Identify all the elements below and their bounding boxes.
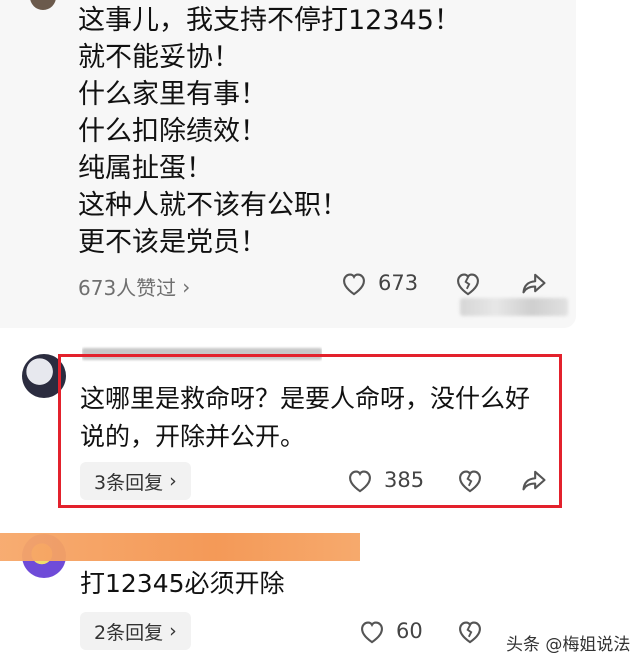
share-icon	[522, 470, 546, 491]
post-line: 更不该是党员！	[78, 227, 267, 258]
replies-button[interactable]: 3条回复 ›	[80, 462, 191, 500]
heart-icon	[343, 273, 365, 296]
heart-icon	[349, 470, 371, 493]
post-line: 这事儿，我支持不停打12345！	[78, 5, 461, 36]
like-button[interactable]: 385	[346, 467, 424, 493]
broken-heart-icon	[457, 273, 479, 296]
share-icon	[522, 273, 546, 294]
broken-heart-icon	[459, 621, 481, 644]
comment-text: 打12345必须开除	[80, 569, 285, 598]
replies-button[interactable]: 2条回复 ›	[80, 612, 191, 650]
avatar[interactable]	[30, 0, 56, 10]
post-line: 什么扣除绩效！	[78, 116, 267, 147]
liked-by-label: 673人赞过	[78, 276, 177, 300]
comment-text: 这哪里是救命呀？是要人命呀，没什么好说的，开除并公开。	[80, 384, 531, 451]
chevron-right-icon: ›	[169, 620, 177, 642]
like-count: 60	[396, 619, 423, 643]
like-button[interactable]: 60	[358, 618, 423, 644]
post-card: 这事儿，我支持不停打12345！ 就不能妥协！ 什么家里有事！ 什么扣除绩效！ …	[0, 0, 576, 328]
replies-label: 2条回复	[94, 621, 164, 644]
chevron-right-icon: ›	[169, 470, 177, 492]
like-button[interactable]: 673	[340, 270, 418, 296]
redacted-strip	[460, 298, 568, 316]
share-button[interactable]	[520, 467, 548, 493]
dislike-button[interactable]	[456, 618, 484, 644]
like-count: 385	[384, 468, 425, 492]
like-count: 673	[378, 271, 419, 295]
watermark: 头条 @梅姐说法	[506, 635, 631, 655]
chevron-right-icon: ›	[182, 274, 191, 299]
post-body: 这事儿，我支持不停打12345！ 就不能妥协！ 什么家里有事！ 什么扣除绩效！ …	[78, 2, 461, 261]
share-button[interactable]	[520, 270, 548, 296]
heart-icon	[361, 621, 383, 644]
replies-label: 3条回复	[94, 471, 164, 494]
dislike-button[interactable]	[454, 270, 482, 296]
post-line: 这种人就不该有公职！	[78, 190, 348, 221]
post-line: 纯属扯蛋！	[78, 153, 213, 184]
broken-heart-icon	[459, 470, 481, 493]
redaction-bar	[0, 533, 360, 561]
post-line: 什么家里有事！	[78, 79, 267, 110]
liked-by-link[interactable]: 673人赞过 ›	[78, 272, 190, 301]
dislike-button[interactable]	[456, 467, 484, 493]
post-line: 就不能妥协！	[78, 42, 240, 73]
